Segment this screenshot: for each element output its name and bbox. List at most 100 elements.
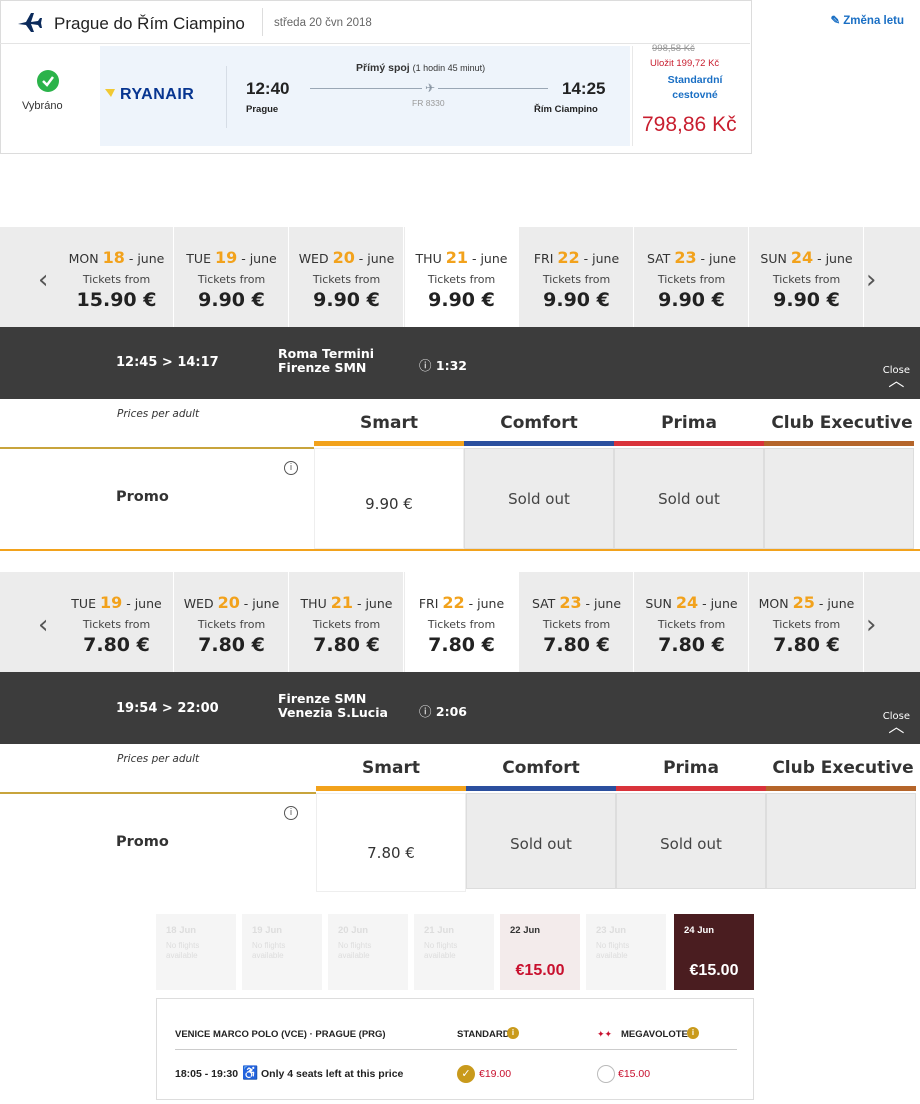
tickets-from: Tickets from (427, 273, 496, 286)
train-summary[interactable]: 19:54 > 22:00 Firenze SMN Venezia S.Lucia… (0, 672, 920, 744)
train-duration: ⓘ 2:06 (419, 701, 467, 720)
sold-out: Sold out (508, 490, 570, 508)
savings: Uložit 199,72 Kč (650, 58, 720, 69)
sold-out: Sold out (658, 490, 720, 508)
volotea-date-selected[interactable]: 24 Jun €15.00 (674, 914, 754, 990)
day-number: 20 (217, 593, 240, 612)
promo-label: Promo (116, 489, 169, 505)
prev-arrow-icon[interactable]: ‹ (38, 610, 48, 640)
close-button[interactable]: Close ︿ (883, 366, 910, 390)
prima-cell: Sold out (614, 448, 764, 549)
date-tab[interactable]: FRI 22 - june Tickets from 9.90 € (520, 227, 634, 327)
month: - june (467, 251, 508, 266)
date-tab[interactable]: MON 18 - june Tickets from 15.90 € (60, 227, 174, 327)
smart-bar (316, 786, 466, 791)
club-cell (764, 448, 914, 549)
megavolotea-radio[interactable] (597, 1065, 615, 1083)
day-of-week: MON (758, 596, 789, 611)
info-icon[interactable]: i (284, 806, 298, 820)
day-price: 7.80 € (543, 634, 610, 656)
close-button[interactable]: Close ︿ (883, 712, 910, 735)
date-tab[interactable]: THU 21 - june Tickets from 7.80 € (290, 572, 404, 672)
date-tab-active[interactable]: FRI 22 - june Tickets from 7.80 € (405, 572, 519, 672)
volotea-date-available[interactable]: 22 Jun €15.00 (500, 914, 580, 990)
fare-type-line2: cestovné (672, 89, 718, 101)
date-tab[interactable]: SAT 23 - june Tickets from 9.90 € (635, 227, 749, 327)
volotea-date-label: 18 Jun (166, 925, 197, 936)
date-tab-active[interactable]: THU 21 - june Tickets from 9.90 € (405, 227, 519, 327)
change-flight-link[interactable]: ✎ Změna letu (830, 13, 904, 27)
day-price: 7.80 € (428, 634, 495, 656)
no-flights: No flights available (338, 941, 371, 961)
tickets-from: Tickets from (772, 273, 841, 286)
no-flights-line1: No flights (338, 941, 372, 950)
day-of-week: TUE (71, 596, 96, 611)
column-smart: Smart (360, 413, 418, 433)
prima-bar (616, 786, 766, 791)
day-price: 9.90 € (658, 289, 725, 311)
volotea-route: VENICE MARCO POLO (VCE) · PRAGUE (PRG) (175, 1029, 386, 1040)
info-icon[interactable]: i (284, 461, 298, 475)
prev-arrow-icon[interactable]: ‹ (38, 265, 48, 295)
no-flights: No flights available (166, 941, 199, 961)
club-bar (766, 786, 916, 791)
change-flight-label: Změna letu (843, 15, 904, 27)
day-price: 9.90 € (773, 289, 840, 311)
day-number: 18 (102, 248, 125, 267)
date-tab[interactable]: MON 25 - june Tickets from 7.80 € (750, 572, 864, 672)
day-price: 7.80 € (313, 634, 380, 656)
plane-small-icon: ✈ (422, 81, 439, 95)
wheelchair-icon: ♿ (242, 1065, 259, 1080)
date-tab[interactable]: WED 20 - june Tickets from 9.90 € (290, 227, 404, 327)
no-flights: No flights available (252, 941, 285, 961)
clock-icon: ⓘ (419, 704, 432, 719)
month: - june (354, 251, 395, 266)
no-flights-line2: available (166, 951, 198, 960)
smart-price-cell[interactable]: 9.90 € (314, 448, 464, 549)
volotea-date-label: 24 Jun (684, 925, 715, 936)
date-tab[interactable]: TUE 19 - june Tickets from 7.80 € (60, 572, 174, 672)
megavolotea-header: MEGAVOLOTEA (621, 1029, 695, 1040)
day-of-week: MON (68, 251, 99, 266)
day-number: 20 (332, 248, 355, 267)
next-arrow-icon[interactable]: › (866, 265, 876, 295)
date-tab[interactable]: TUE 19 - june Tickets from 9.90 € (175, 227, 289, 327)
date-tab[interactable]: SAT 23 - june Tickets from 7.80 € (520, 572, 634, 672)
flight-date: středa 20 čvn 2018 (274, 17, 372, 29)
next-arrow-icon[interactable]: › (866, 610, 876, 640)
volotea-date-label: 21 Jun (424, 925, 455, 936)
old-price: 998,58 Kč (652, 43, 695, 54)
train-summary[interactable]: 12:45 > 14:17 Roma Termini Firenze SMN ⓘ … (0, 327, 920, 399)
volotea-date: 18 Jun No flights available (156, 914, 236, 990)
smart-bar (314, 441, 464, 446)
info-icon[interactable]: i (507, 1027, 519, 1039)
station-from: Firenze SMN (278, 691, 367, 706)
column-prima: Prima (661, 413, 717, 433)
promo-label: Promo (116, 834, 169, 850)
comfort-cell: Sold out (466, 793, 616, 889)
day-of-week: THU (415, 251, 442, 266)
no-flights: No flights available (424, 941, 457, 961)
megavolotea-price: €15.00 (618, 1068, 651, 1080)
standard-header: STANDARD (457, 1029, 510, 1040)
train-times: 12:45 > 14:17 (116, 355, 219, 370)
megavolotea-logo-icon: ✦✦ (597, 1029, 613, 1039)
no-flights-line1: No flights (166, 941, 200, 950)
station-to: Venezia S.Lucia (278, 705, 388, 720)
month: - june (239, 596, 280, 611)
day-number: 19 (99, 593, 123, 612)
date-tab[interactable]: SUN 24 - june Tickets from 7.80 € (635, 572, 749, 672)
direct-flight: Přímý spoj (1 hodin 45 minut) (356, 62, 485, 74)
check-icon[interactable]: ✓ (457, 1065, 475, 1083)
prices-per-adult: Prices per adult (117, 408, 200, 420)
chevron-up-icon: ︿ (888, 371, 905, 390)
day-of-week: WED (183, 596, 214, 611)
column-club-executive: Club Executive (771, 413, 913, 433)
day-number: 19 (214, 248, 238, 267)
smart-price-cell[interactable]: 7.80 € (316, 793, 466, 892)
club-bar (764, 441, 914, 446)
info-icon[interactable]: i (687, 1027, 699, 1039)
month: - june (579, 251, 620, 266)
date-tab[interactable]: WED 20 - june Tickets from 7.80 € (175, 572, 289, 672)
date-tab[interactable]: SUN 24 - june Tickets from 9.90 € (750, 227, 864, 327)
